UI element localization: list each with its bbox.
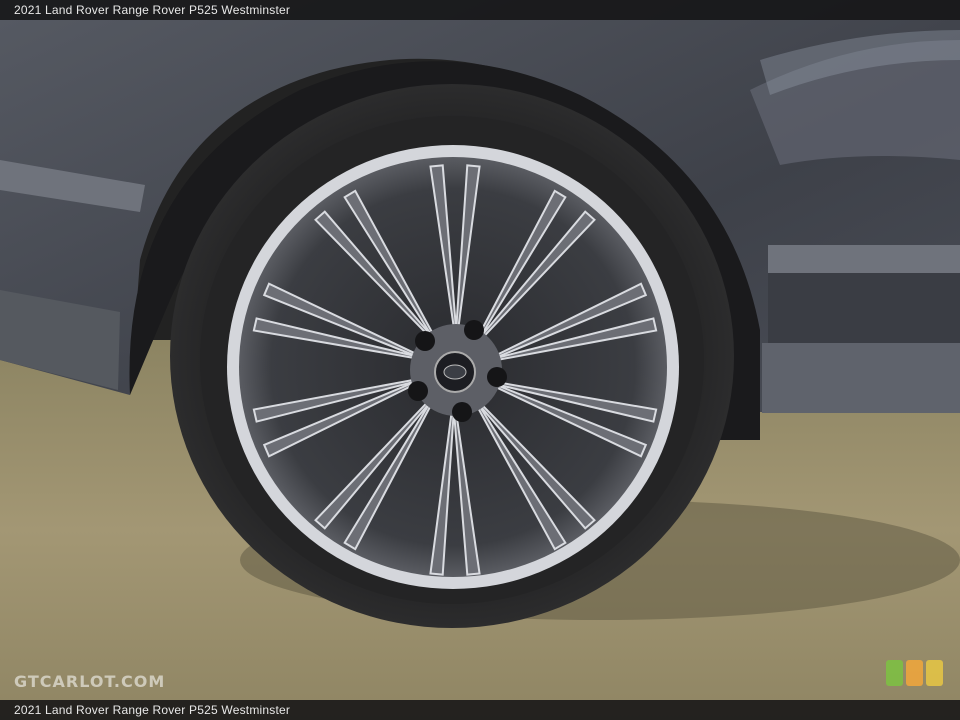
caption-bottom: 2021 Land Rover Range Rover P525 Westmin… <box>0 700 960 720</box>
sill-lower-right <box>762 343 960 413</box>
site-logo-icon <box>886 660 946 688</box>
hub-logo <box>443 364 467 380</box>
wheel-photo <box>0 0 960 720</box>
sill-trim-right <box>768 245 960 273</box>
logo-block-orange <box>906 660 923 686</box>
sill-panel-right <box>768 273 960 343</box>
watermark-logo: GTCARLOT.COM <box>14 672 166 691</box>
logo-block-yellow <box>926 660 943 686</box>
caption-top: 2021 Land Rover Range Rover P525 Westmin… <box>0 0 960 20</box>
logo-block-green <box>886 660 903 686</box>
